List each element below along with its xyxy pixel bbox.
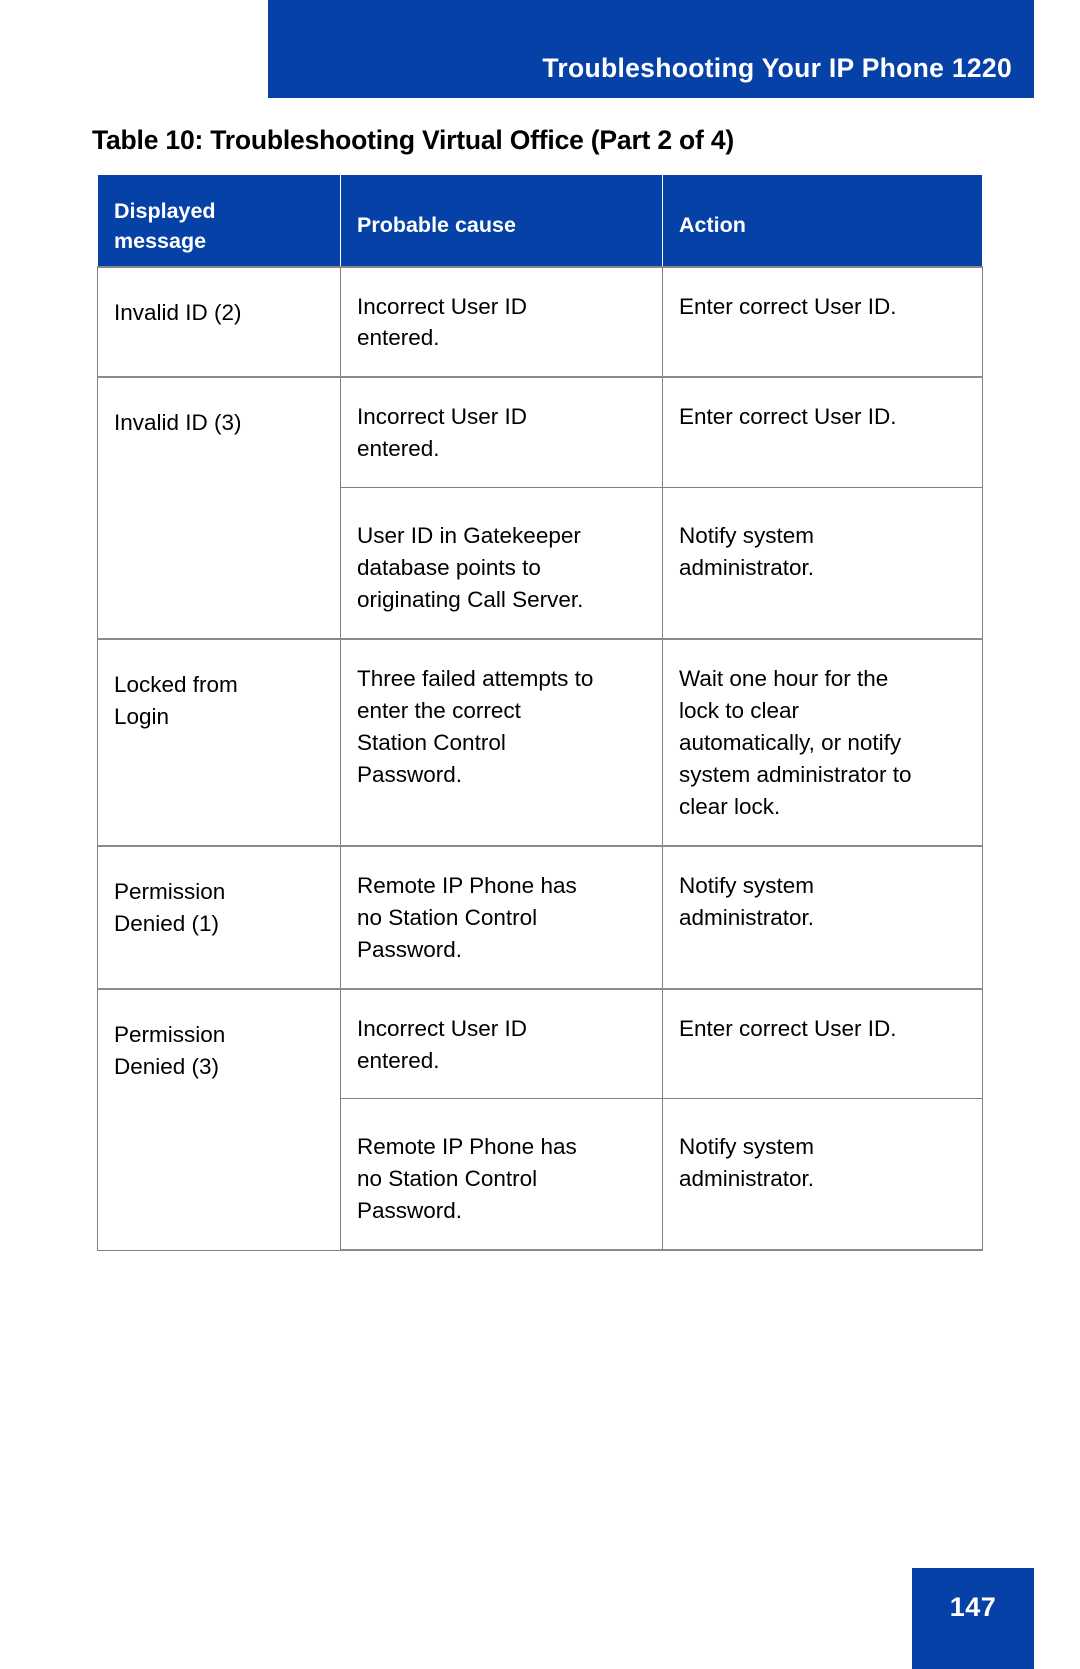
cause-line: Password. [357,761,463,787]
message-line: Locked from [114,672,238,698]
cell-probable-cause: Remote IP Phone has no Station Control P… [340,844,663,990]
action-line: Notify system [679,523,815,549]
cell-probable-cause: User ID in Gatekeeper database points to… [340,487,663,640]
action-line: Enter correct User ID. [679,293,897,319]
column-header-displayed-message: Displayed message [97,174,341,267]
table-caption: Table 10: Troubleshooting Virtual Office… [92,125,734,155]
table-header: Displayed message Probable cause Action [97,174,983,267]
cell-probable-cause: Remote IP Phone has no Station Control P… [340,1098,663,1252]
cause-line: entered. [357,325,440,351]
cause-line: enter the correct [357,698,521,723]
cell-action: Enter correct User ID. [662,265,983,378]
action-line: Notify system [679,1134,815,1160]
cause-line: Incorrect User ID [357,293,528,319]
cell-displayed-message: Invalid ID (3) [97,376,341,640]
action-line: Enter correct User ID. [679,404,897,430]
table-header-row: Displayed message Probable cause Action [97,174,983,267]
table-row: Permission Denied (3) Incorrect User ID … [97,987,983,1251]
message-line: Permission [114,1021,226,1047]
page-number: 147 [949,1592,997,1622]
message-line: Denied (1) [114,910,220,936]
message-line: Login [114,704,170,729]
table-body: Invalid ID (2) Incorrect User ID entered… [97,265,983,1252]
action-line: system administrator to [679,761,912,787]
cell-displayed-message: Invalid ID (2) [97,265,341,378]
cause-line: Password. [357,1198,463,1224]
cell-probable-cause: Incorrect User ID entered. [340,265,663,378]
cell-displayed-message: Permission Denied (3) [97,987,341,1251]
table-row: Invalid ID (2) Incorrect User ID entered… [97,265,983,378]
table-row: Locked from Login Three failed attempts … [97,638,983,847]
cell-action: Notify system administrator. [662,487,983,640]
cause-line: User ID in Gatekeeper [357,523,581,549]
cause-line: originating Call Server. [357,587,584,613]
cell-probable-cause: Incorrect User ID entered. [340,376,663,489]
cell-action: Wait one hour for the lock to clear auto… [662,638,983,847]
action-line: administrator. [679,1166,815,1192]
action-line: administrator. [679,555,815,581]
cause-line: Remote IP Phone has [357,1134,577,1160]
action-line: Wait one hour for the [679,666,889,692]
cell-action: Notify system administrator. [662,1098,983,1252]
cause-line: Three failed attempts to [357,666,594,692]
cell-displayed-message: Locked from Login [97,638,341,847]
message-line: Denied (3) [114,1053,220,1079]
page-number-block: 147 [912,1568,1034,1669]
cause-line: entered. [357,1047,440,1073]
troubleshooting-table: Displayed message Probable cause Action … [97,174,983,1252]
cause-line: no Station Control [357,904,538,930]
column-header-probable-cause: Probable cause [340,174,663,267]
table-row: Invalid ID (3) Incorrect User ID entered… [97,376,983,640]
cause-line: entered. [357,436,440,462]
action-line: automatically, or notify [679,729,902,755]
message-line: Permission [114,878,226,904]
cell-probable-cause: Incorrect User ID entered. [340,987,663,1100]
cell-action: Notify system administrator. [662,844,983,990]
running-header-title: Troubleshooting Your IP Phone 1220 [542,53,1012,83]
column-header-displayed-message-line1: Displayed [114,199,216,223]
cause-line: Incorrect User ID [357,404,528,430]
cause-line: Password. [357,936,463,962]
cause-line: Remote IP Phone has [357,872,577,898]
cell-displayed-message: Permission Denied (1) [97,844,341,990]
action-line: Notify system [679,872,815,898]
table-row: Permission Denied (1) Remote IP Phone ha… [97,844,983,990]
cell-probable-cause: Three failed attempts to enter the corre… [340,638,663,847]
column-header-action: Action [662,174,983,267]
action-line: clear lock. [679,793,781,819]
cell-action: Enter correct User ID. [662,376,983,489]
running-header-banner: Troubleshooting Your IP Phone 1220 [268,0,1034,98]
cause-line: Incorrect User ID [357,1015,528,1041]
action-line: lock to clear [679,698,800,723]
column-header-displayed-message-line2: message [114,228,207,253]
cause-line: Station Control [357,729,506,755]
action-line: Enter correct User ID. [679,1015,897,1041]
cause-line: database points to [357,555,541,581]
cause-line: no Station Control [357,1166,538,1192]
cell-action: Enter correct User ID. [662,987,983,1100]
action-line: administrator. [679,904,815,930]
